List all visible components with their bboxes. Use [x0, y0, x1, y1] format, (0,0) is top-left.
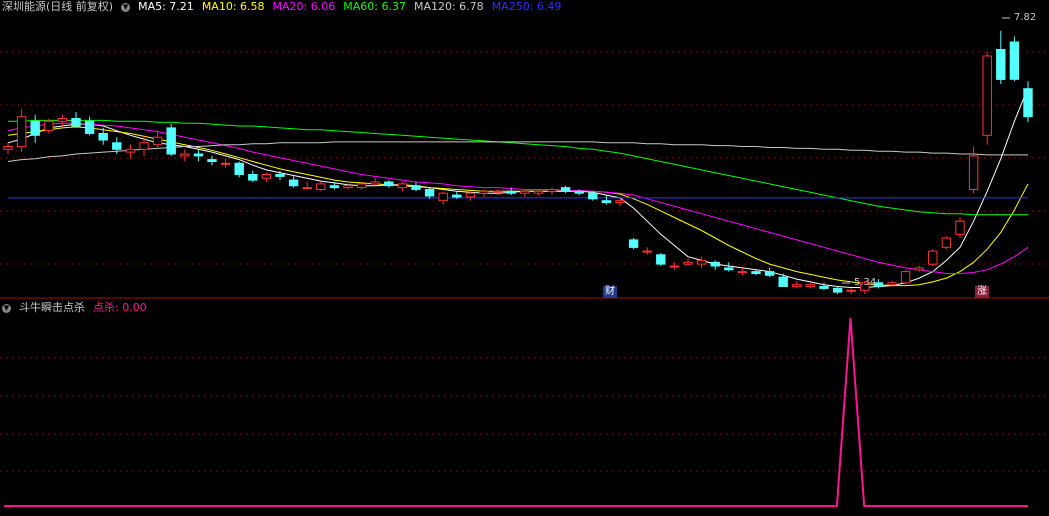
candlesticks: [3, 30, 1033, 294]
high-price-label: 7.82: [1014, 12, 1037, 23]
candle: [520, 189, 530, 197]
moving-average-lines: [7, 87, 1029, 288]
candle: [248, 170, 258, 182]
candle: [16, 109, 27, 153]
candle: [411, 182, 421, 192]
ma60-label: MA60: 6.37: [343, 0, 406, 13]
sub-grid: [0, 357, 1049, 472]
candle: [778, 273, 788, 288]
candle: [302, 182, 312, 190]
candle: [370, 178, 380, 186]
candle: [982, 51, 992, 145]
candle: [928, 249, 938, 266]
ma250-label: MA250: 6.49: [491, 0, 562, 13]
settings-toggle-icon[interactable]: ▼: [2, 303, 11, 313]
candle: [737, 267, 748, 276]
candle: [152, 130, 163, 150]
indicator-value: 点杀: 0.00: [93, 301, 147, 314]
candle: [1009, 36, 1020, 82]
candle: [465, 191, 476, 201]
diansha-line: [4, 317, 1028, 507]
candle: [832, 286, 843, 294]
indicator-title: 斗牛瞬击点杀: [19, 301, 85, 314]
candle: [764, 267, 775, 278]
candle: [996, 30, 1006, 84]
candle: [288, 176, 299, 188]
candle: [316, 182, 326, 192]
candle: [955, 217, 965, 238]
candle: [84, 116, 95, 136]
ma20-label: MA20: 6.06: [272, 0, 336, 13]
candle: [628, 238, 639, 250]
settings-toggle-icon[interactable]: ▼: [121, 2, 131, 12]
candle: [792, 280, 802, 289]
candle: [588, 191, 598, 201]
candle: [560, 185, 571, 194]
main-header: 深圳能源(日线 前复权) ▼ MA5: 7.21 MA10: 6.58 MA20: 6.…: [2, 0, 569, 14]
candle: [533, 189, 544, 196]
ma5-label: MA5: 7.21: [138, 0, 194, 13]
candle: [696, 256, 707, 268]
candle: [642, 247, 652, 255]
candle: [914, 266, 924, 272]
candle: [492, 189, 503, 196]
candle: [234, 161, 244, 178]
candle: [601, 195, 612, 205]
candle: [3, 142, 13, 154]
candle: [846, 288, 856, 294]
candle: [207, 155, 217, 166]
candle: [180, 149, 190, 162]
event-marker-cai[interactable]: 财: [603, 286, 617, 298]
candle: [900, 269, 911, 285]
candle: [261, 172, 272, 182]
candle: [193, 149, 204, 162]
candle: [669, 262, 680, 270]
ma60-line: [8, 119, 1028, 216]
candle: [805, 282, 816, 289]
candle: [125, 144, 136, 159]
low-price-label: 5.34: [854, 277, 877, 288]
ma120-label: MA120: 6.78: [413, 0, 484, 13]
candle: [710, 260, 720, 270]
chart-canvas: [0, 17, 1049, 507]
candle: [397, 182, 408, 192]
candle: [1023, 81, 1033, 123]
candle: [683, 258, 693, 266]
main-grid: [0, 51, 1049, 265]
indicator-line: [4, 317, 1028, 507]
candle: [479, 189, 489, 197]
stock-title: 深圳能源(日线 前复权): [2, 0, 114, 13]
candle: [438, 191, 448, 205]
candle: [724, 262, 734, 272]
candle: [384, 180, 394, 188]
candle: [71, 112, 81, 128]
event-marker-zhang[interactable]: 涨: [975, 286, 989, 298]
ma5-line: [7, 87, 1029, 288]
candle: [547, 187, 557, 196]
candle: [166, 124, 176, 156]
candle: [30, 114, 40, 143]
candle: [220, 158, 231, 168]
candle: [656, 252, 666, 266]
ma10-label: MA10: 6.58: [201, 0, 265, 13]
candle: [424, 187, 435, 199]
candle: [941, 236, 952, 250]
sub-header: ▼ 斗牛瞬击点杀 点杀: 0.00: [2, 301, 155, 315]
